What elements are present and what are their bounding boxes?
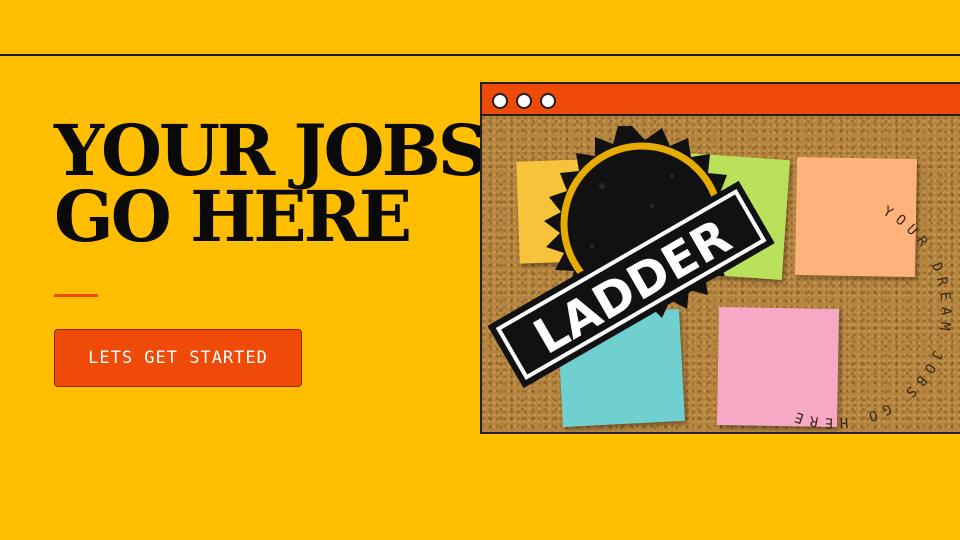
window-dot-icon bbox=[540, 93, 556, 109]
browser-window-illustration: LADDER YOUR DREAM JOBS GO HERE bbox=[480, 82, 960, 434]
top-divider bbox=[0, 54, 960, 56]
window-dot-icon bbox=[516, 93, 532, 109]
ladder-stamp-logo: LADDER YOUR DREAM JOBS GO HERE bbox=[487, 126, 953, 431]
lets-get-started-button[interactable]: LETS GET STARTED bbox=[54, 329, 302, 387]
cork-board: LADDER YOUR DREAM JOBS GO HERE bbox=[482, 116, 960, 432]
headline-line-2: GO HERE bbox=[54, 175, 412, 258]
accent-divider bbox=[54, 294, 98, 297]
window-titlebar bbox=[482, 84, 960, 116]
circular-tagline: YOUR DREAM JOBS GO HERE bbox=[787, 203, 953, 430]
page-title: YOUR JOBS GO HERE bbox=[54, 116, 488, 258]
window-dot-icon bbox=[492, 93, 508, 109]
